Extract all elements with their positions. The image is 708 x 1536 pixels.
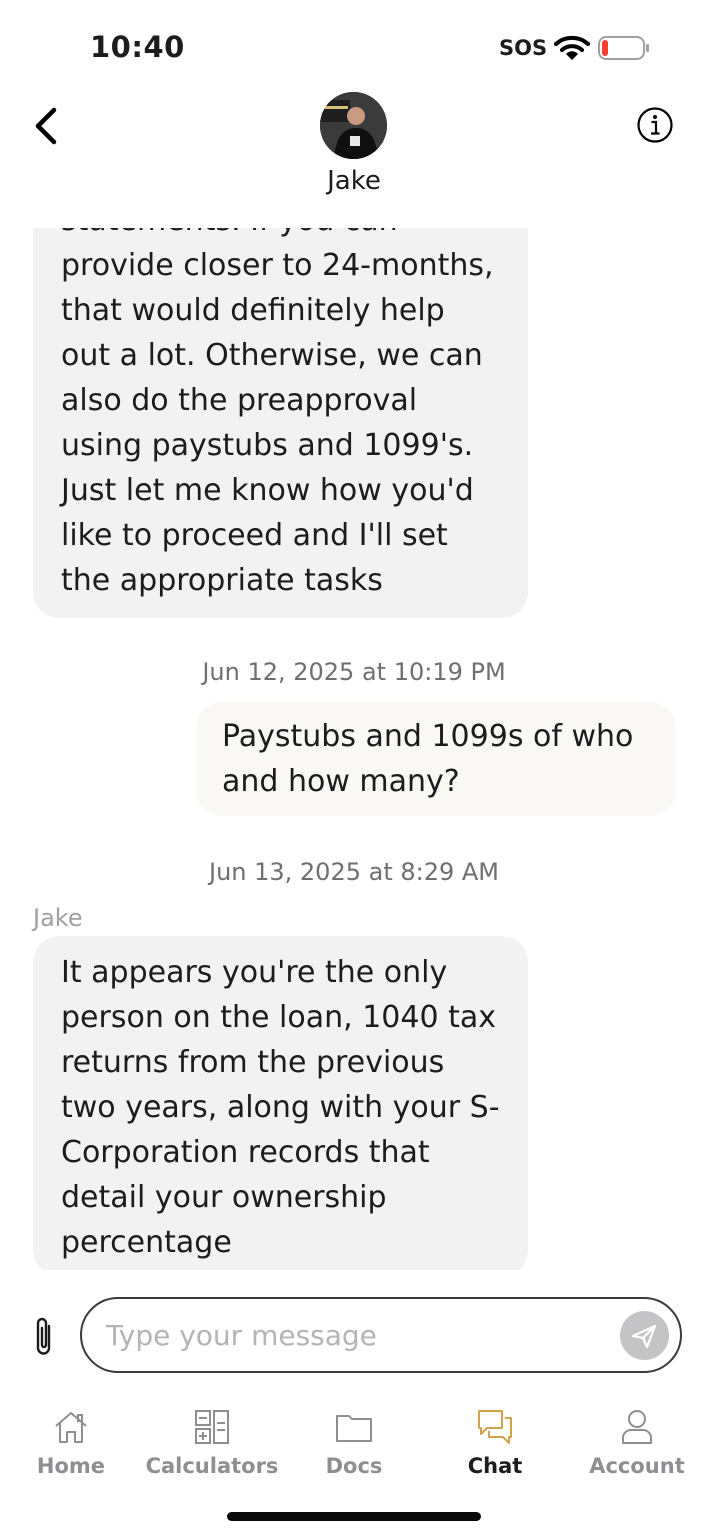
home-indicator xyxy=(227,1512,481,1521)
incoming-message: It appears you're the only person on the… xyxy=(33,936,528,1270)
tab-calculators[interactable]: Calculators xyxy=(141,1402,283,1488)
send-icon xyxy=(631,1324,657,1349)
message-list[interactable]: statements. If you can provide closer to… xyxy=(0,228,708,1270)
folder-icon xyxy=(336,1415,372,1442)
message-timestamp: Jun 12, 2025 at 10:19 PM xyxy=(202,658,506,686)
battery-icon xyxy=(598,36,649,60)
message-line: Corporation records that xyxy=(61,1135,430,1170)
tab-home[interactable]: Home xyxy=(0,1402,142,1488)
message-input-wrapper xyxy=(80,1297,682,1373)
message-line: It appears you're the only xyxy=(61,955,448,990)
paperclip-icon[interactable] xyxy=(32,1314,56,1360)
user-icon xyxy=(622,1410,652,1444)
message-line: statements. If you can xyxy=(61,228,500,243)
message-line: the appropriate tasks xyxy=(61,563,383,598)
message-line: detail your ownership xyxy=(61,1180,387,1215)
message-line: two years, along with your S- xyxy=(61,1090,500,1125)
message-line: returns from the previous xyxy=(61,1045,445,1080)
info-icon[interactable] xyxy=(636,106,674,144)
avatar-image xyxy=(320,92,387,159)
outgoing-message: Paystubs and 1099s of who and how many? xyxy=(196,702,676,816)
tab-docs[interactable]: Docs xyxy=(283,1402,425,1488)
tab-label: Chat xyxy=(467,1454,523,1478)
message-composer xyxy=(0,1296,708,1376)
contact-name: Jake xyxy=(327,166,381,196)
sos-indicator: SOS xyxy=(499,36,548,60)
incoming-message: statements. If you can provide closer to… xyxy=(33,228,528,618)
message-line: provide closer to 24-months, xyxy=(61,248,494,283)
tab-account[interactable]: Account xyxy=(566,1402,708,1488)
home-icon xyxy=(55,1412,87,1443)
tab-label: Home xyxy=(36,1454,106,1478)
message-line: using paystubs and 1099's. xyxy=(61,428,474,463)
message-line: percentage xyxy=(61,1225,232,1260)
chat-icon xyxy=(478,1410,512,1444)
message-line: person on the loan, 1040 tax xyxy=(61,1000,496,1035)
tab-label: Account xyxy=(589,1454,685,1478)
tab-bar: Home Calculators Docs Chat Account xyxy=(0,1402,708,1492)
calculator-icon xyxy=(195,1410,229,1444)
message-line: Paystubs and 1099s of who xyxy=(222,719,634,754)
tab-label: Calculators xyxy=(145,1454,279,1478)
status-bar: 10:40 SOS xyxy=(0,0,708,90)
wifi-icon xyxy=(554,35,590,60)
message-line: Just let me know how you'd xyxy=(61,473,474,508)
tab-label: Docs xyxy=(325,1454,383,1478)
tab-chat[interactable]: Chat xyxy=(424,1402,566,1488)
sender-name: Jake xyxy=(33,904,83,932)
chevron-left-icon[interactable] xyxy=(30,104,64,148)
status-time: 10:40 xyxy=(90,30,185,64)
avatar[interactable] xyxy=(320,92,387,159)
send-button[interactable] xyxy=(620,1311,669,1360)
chat-header: Jake xyxy=(0,90,708,228)
message-line: out a lot. Otherwise, we can xyxy=(61,338,483,373)
message-input[interactable] xyxy=(106,1299,606,1371)
message-line: also do the preapproval xyxy=(61,383,418,418)
message-line: like to proceed and I'll set xyxy=(61,518,448,553)
message-timestamp: Jun 13, 2025 at 8:29 AM xyxy=(208,858,500,886)
battery-level-fill xyxy=(602,40,608,56)
message-line: that would definitely help xyxy=(61,293,445,328)
message-line: and how many? xyxy=(222,764,460,799)
